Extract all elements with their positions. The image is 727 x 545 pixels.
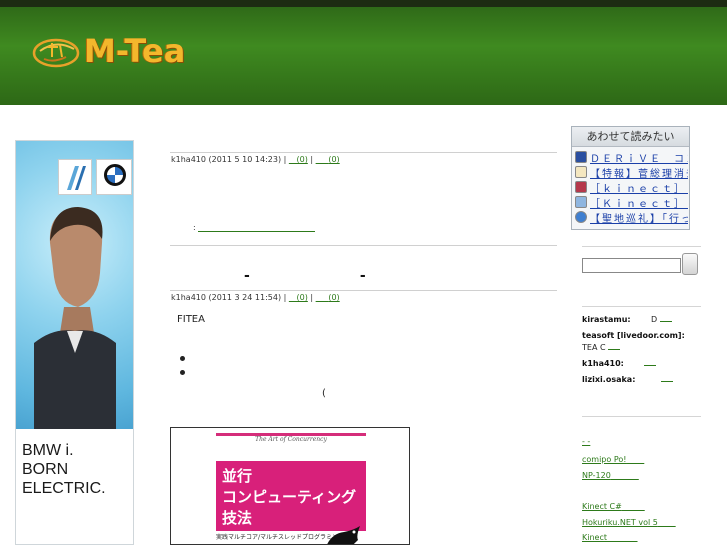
recent-comment: lizixi.osaka: [582,374,700,386]
globe-favicon-icon [575,211,587,223]
related-link[interactable]: ［ｋｉｎｅｃｔ］Ｋｉｎ [575,180,688,194]
related-link[interactable]: ＤＥＲｉＶＥ コンピュ [575,150,688,164]
widget-title: あわせて読みたい [572,127,689,147]
sidebar-link[interactable]: Kinect [582,533,638,542]
comment-author: lizixi.osaka: [582,375,636,384]
comment-link[interactable] [660,374,673,382]
search-button[interactable] [682,253,698,275]
bmw-i-icon [67,166,86,190]
post-body-text: FITEA [177,314,205,325]
site-header: M-Tea [0,7,727,105]
ad-slogan-line: BMW i. [22,442,74,459]
bmw-logo-icon [96,159,132,195]
related-link[interactable]: ［Ｋｉｎｅｃｔ］Ｋｉｎ [575,195,688,209]
comment-link[interactable] [644,358,657,366]
sidebar-link[interactable] [582,487,604,496]
post-author-date: k1ha410 (2011 3 24 11:54) | [171,293,287,302]
post-body-text: ( [322,388,326,399]
post-divider [170,245,557,246]
comment-author: teasoft [livedoor.com]: [582,331,685,340]
ad-slogan: BMW i. BORN ELECTRIC. [22,441,106,498]
sidebar-divider [582,416,701,417]
list-bullet [180,370,185,375]
post-divider [170,290,557,291]
ad-model-image [34,207,116,429]
ad-photo [16,141,133,429]
related-link[interactable]: 【特報】菅総理消去に向 [575,165,688,179]
ad-slogan-line: ELECTRIC. [22,480,106,497]
book-cover-image[interactable]: The Art of Concurrency 並行 コンピューティング 技法 実… [170,427,410,545]
list-bullet [180,356,185,361]
sidebar-link[interactable]: NP-120 [582,471,639,480]
sidebar-link[interactable]: comipo Po! [582,455,644,464]
book-english-title: The Art of Concurrency [255,436,327,443]
comment-link[interactable] [659,314,672,322]
sidebar-link[interactable]: - - [582,437,646,446]
book-title: 並行 コンピューティング 技法 [222,467,357,527]
comment-text: D [650,315,658,324]
post-meta: k1ha410 (2011 5 10 14:23) | (0) | (0) [171,155,340,164]
comment-link[interactable] [608,342,621,350]
trackback-link[interactable]: (0) [316,155,339,164]
recent-comment: kirastamu: D [582,314,700,326]
book-cover: The Art of Concurrency 並行 コンピューティング 技法 実… [208,428,374,544]
bmw-i-badge [58,159,92,195]
site-favicon-icon [575,151,587,163]
bird-illustration-icon [327,526,360,544]
advertisement-banner[interactable]: BMW i. BORN ELECTRIC. [15,140,134,545]
post-external-link[interactable] [198,222,315,232]
post-meta: k1ha410 (2011 3 24 11:54) | (0) | (0) [171,293,340,302]
recent-comment: k1ha410: [582,358,700,370]
comment-author: k1ha410: [582,359,624,368]
sidebar-link[interactable]: Hokuriku.NET vol 5 [582,518,676,527]
recent-comment: teasoft [livedoor.com]: TEA C [582,330,700,354]
sidebar-link[interactable]: Kinect C# [582,502,645,511]
blog-favicon-icon [575,181,587,193]
post-divider [170,152,557,153]
news-favicon-icon [575,166,587,178]
tea-cup-logo-icon [32,38,80,68]
related-link[interactable]: 【聖地巡礼】「行ってみ [575,210,688,224]
blog-favicon-icon [575,196,587,208]
search-input[interactable] [582,258,681,273]
awasete-widget: あわせて読みたい ＤＥＲｉＶＥ コンピュ 【特報】菅総理消去に向 ［ｋｉｎｅｃｔ… [571,126,690,230]
site-title: M-Tea [84,32,186,70]
post-title[interactable]: -- [244,268,476,284]
post-author-date: k1ha410 (2011 5 10 14:23) | [171,155,287,164]
comment-text: TEA C [582,343,606,352]
comments-link[interactable]: (0) [289,155,308,164]
post-link-prefix: : [193,223,196,232]
ad-slogan-line: BORN [22,461,69,478]
comments-link[interactable]: (0) [289,293,308,302]
sidebar-divider [582,306,701,307]
comment-author: kirastamu: [582,315,631,324]
top-bar [0,0,727,7]
sidebar-divider [582,246,701,247]
site-logo[interactable]: M-Tea [32,31,185,71]
trackback-link[interactable]: (0) [316,293,339,302]
